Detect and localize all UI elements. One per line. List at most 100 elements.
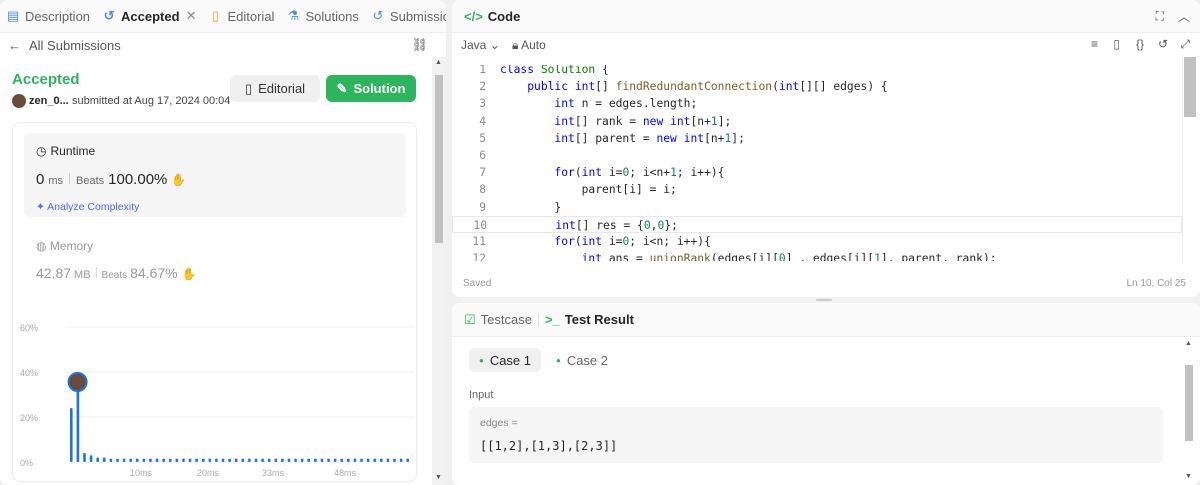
test-scrollbar[interactable]: ▲ ▼ [1182,337,1196,485]
code-line[interactable]: 4 int[] rank = new int[n+1]; [452,113,1182,130]
scroll-up-icon[interactable]: ▲ [435,59,442,66]
tab-description[interactable]: ▤ Description [0,0,96,32]
scroll-down-icon[interactable]: ▼ [1185,473,1192,480]
code-line[interactable]: 10 int[] res = {0,0}; [452,215,1182,233]
param-box: edges = [[1,2],[1,3],[2,3]] [469,407,1163,463]
tab-code[interactable]: </> Code [458,0,526,32]
runtime-beats: 100.00% [108,171,168,188]
line-number: 3 [479,97,486,111]
all-submissions-link[interactable]: All Submissions [29,38,121,53]
runtime-unit: ms [48,175,64,187]
memory-title[interactable]: ◍ Memory [36,239,93,253]
input-label: Input [469,389,494,401]
chart-bar [320,458,324,462]
tab-solutions[interactable]: ⚗ Solutions [280,0,364,32]
left-scrollbar[interactable]: ▲ ▼ [432,57,446,485]
tab-submissions[interactable]: ↺Submission [365,0,446,32]
resize-handle[interactable] [816,299,832,301]
case-2-tab[interactable]: ● Case 2 [552,348,612,372]
analyze-complexity-link[interactable]: ✦ Analyze Complexity [36,201,139,213]
chart-bar [327,458,330,462]
braces-icon[interactable]: {} [1136,37,1144,51]
code-scrollbar[interactable] [1182,57,1196,261]
flask-icon: ⚗ [287,8,300,23]
tab-test-result[interactable]: >_ Test Result [539,303,640,336]
chart-bar [201,458,205,462]
language-select[interactable]: Java ⌄ [461,38,500,52]
code-line[interactable]: 3 int n = edges.length; [452,95,1182,112]
beats-label: Beats [101,270,128,281]
back-bar: ← All Submissions ⛓ [0,33,432,57]
chart-bar [109,458,113,462]
avatar-marker [67,372,88,392]
code-line[interactable]: 12 int ans = unionRank(edges[i][0] , edg… [452,250,1182,261]
code-line[interactable]: 5 int[] parent = new int[n+1]; [452,130,1182,147]
username[interactable]: zen_0... [29,95,69,107]
line-code: for(int i=0; i<n; i++){ [554,235,711,248]
chart-bar [393,458,396,462]
memory-value-row[interactable]: 42.87 MB Beats 84.67% ✋ [36,265,197,281]
line-code: parent[i] = i; [500,183,677,197]
expand-icon[interactable]: ⤢ [1180,37,1190,52]
chart-bar [228,458,231,462]
chart-bar [314,458,317,462]
code-line[interactable]: 6 [452,147,1182,164]
scroll-down-icon[interactable]: ▼ [435,474,442,481]
runtime-distribution-chart[interactable]: 60% 40% 20% 0% 10ms 20ms 33ms 48ms [20,320,430,480]
y-tick-label: 0% [20,458,33,468]
saved-status: Saved [463,278,492,289]
x-tick-label: 10ms [130,468,153,478]
solution-button[interactable]: ✎ Solution [326,75,416,102]
line-number: 9 [479,200,486,214]
maximize-icon[interactable]: ⛶ [1156,9,1164,24]
code-editor[interactable]: 1 class Solution {2 public int[] findRedu… [452,65,1182,261]
code-line[interactable]: 2 public int[] findRedundantConnection(i… [452,78,1182,95]
avatar[interactable] [12,94,26,108]
code-line[interactable]: 11 for(int i=0; i<n; i++){ [452,233,1182,250]
link-icon[interactable]: ⛓ [411,37,428,53]
editorial-button[interactable]: ▯ Editorial [230,75,320,102]
chart-bar [70,408,73,462]
chart-bar [386,458,390,462]
chart-bar [340,458,344,462]
pass-dot-icon: ● [555,355,561,365]
scrollbar-thumb[interactable] [1185,365,1193,441]
chart-bar [175,458,179,462]
close-icon[interactable]: ✕ [186,8,197,24]
code-line[interactable]: 8 parent[i] = i; [452,181,1182,198]
chart-bar [215,458,218,462]
status-title: Accepted [12,71,80,88]
tab-editorial[interactable]: ▯ Editorial [202,0,280,32]
tab-accepted[interactable]: ↺ Accepted ✕ [96,0,202,32]
memory-value: 42.87 [36,265,72,281]
scrollbar-thumb[interactable] [435,75,443,243]
chart-bar [96,457,99,462]
runtime-box[interactable]: ◷ Runtime 0 ms Beats 100.00% ✋ ✦ Analyze … [24,133,406,217]
chart-bar [248,458,251,462]
chart-bar [360,458,363,462]
beats-label: Beats [76,175,105,187]
format-icon[interactable]: ≡ [1091,37,1098,51]
arrow-left-icon[interactable]: ← [8,38,21,53]
chart-bar [188,458,192,462]
scroll-up-icon[interactable]: ▲ [1185,340,1192,347]
chart-bar [399,458,403,462]
chevron-up-icon[interactable]: ︿ [1178,8,1190,25]
bookmark-icon[interactable]: ▯ [1113,37,1120,51]
chart-bar [155,458,159,462]
auto-mode[interactable]: 🔒︎ Auto [512,38,546,53]
scrollbar-thumb[interactable] [1184,57,1196,117]
divider [95,267,97,278]
reset-icon[interactable]: ↺ [1158,37,1168,51]
tab-testcase[interactable]: ☑ Testcase [458,303,538,336]
case-1-tab[interactable]: ● Case 1 [469,348,541,372]
code-line[interactable]: 7 for(int i=0; i<n+1; i++){ [452,164,1182,181]
submission-panel: ▤ Description ↺ Accepted ✕ ▯ Editorial ⚗ Solu… [0,0,446,485]
code-line[interactable]: 1 class Solution { [452,65,1182,78]
submitted-time: submitted at Aug 17, 2024 00:04 [72,95,231,107]
chart-bar [366,458,370,462]
chart-bar [307,458,311,462]
code-line[interactable]: 9 } [452,199,1182,216]
chart-bar [102,457,106,462]
terminal-icon: >_ [544,312,560,327]
